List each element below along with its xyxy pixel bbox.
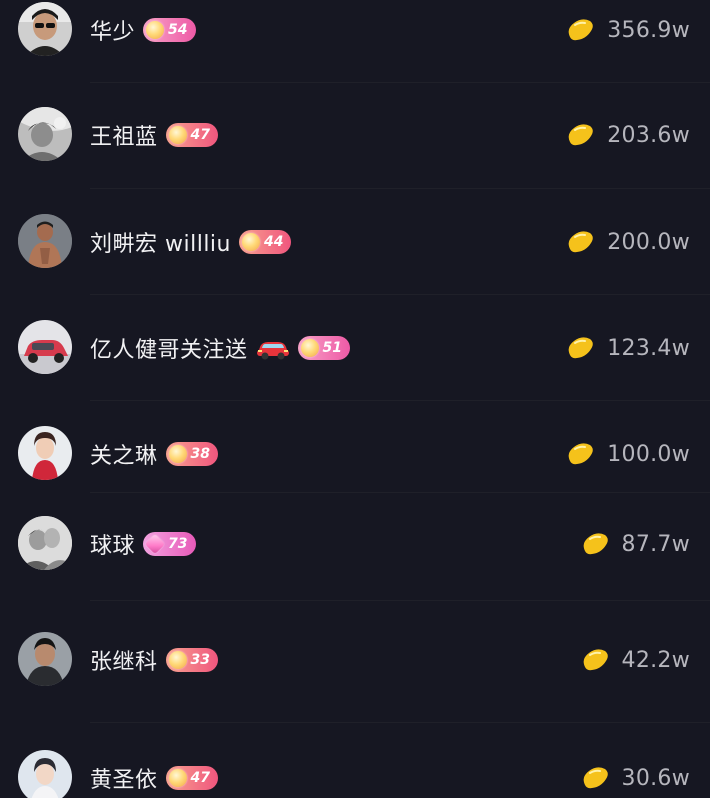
gold-bean-icon xyxy=(568,231,593,253)
gift-amount: 123.4w xyxy=(607,335,690,361)
avatar[interactable] xyxy=(18,632,72,686)
gold-bean-icon xyxy=(568,124,593,146)
list-item[interactable]: 刘畊宏 willliu 44 200.0w xyxy=(0,212,710,272)
level-badge: 38 xyxy=(165,442,218,466)
avatar[interactable] xyxy=(18,320,72,374)
level-value: 33 xyxy=(190,652,210,668)
gold-bean-icon xyxy=(568,19,593,41)
level-coin-icon xyxy=(168,651,187,669)
user-name: 华少 xyxy=(90,20,136,45)
gold-bean-icon xyxy=(583,533,608,555)
level-badge: 47 xyxy=(165,123,218,147)
gift-amount: 30.6w xyxy=(621,765,690,791)
car-icon xyxy=(256,342,289,360)
level-value: 47 xyxy=(190,127,210,143)
gift-amount: 87.7w xyxy=(621,531,690,557)
level-value: 54 xyxy=(168,22,188,38)
list-item[interactable]: 王祖蓝 47 203.6w xyxy=(0,105,710,165)
divider xyxy=(90,188,710,189)
level-coin-icon xyxy=(168,769,187,787)
level-coin-icon xyxy=(146,21,165,39)
list-item[interactable]: 华少 54 356.9w xyxy=(0,0,710,60)
gift-amount: 203.6w xyxy=(607,122,690,148)
level-badge: 47 xyxy=(165,766,218,790)
level-coin-icon xyxy=(168,445,187,463)
user-name: 黄圣依 xyxy=(90,768,158,793)
gift-amount: 356.9w xyxy=(607,17,690,43)
divider xyxy=(90,400,710,401)
gold-bean-icon xyxy=(568,443,593,465)
gold-bean-icon xyxy=(583,767,608,789)
list-item[interactable]: 球球 73 87.7w xyxy=(0,514,710,574)
list-item[interactable]: 关之琳 38 100.0w xyxy=(0,424,710,484)
level-value: 73 xyxy=(168,536,188,552)
level-coin-icon xyxy=(300,339,319,357)
level-badge: 54 xyxy=(143,18,196,42)
gift-amount: 42.2w xyxy=(621,647,690,673)
list-item[interactable]: 亿人健哥关注送 51 123.4w xyxy=(0,318,710,378)
divider xyxy=(90,82,710,83)
list-item[interactable]: 黄圣依 47 30.6w xyxy=(0,748,710,798)
level-value: 51 xyxy=(322,340,342,356)
level-badge: 33 xyxy=(165,648,218,672)
level-badge: 51 xyxy=(297,336,350,360)
gift-amount: 200.0w xyxy=(607,229,690,255)
gift-ranking-list: 华少 54 356.9w 王祖蓝 47 203.6w 刘畊宏 willliu 4… xyxy=(0,0,710,798)
divider xyxy=(90,294,710,295)
divider xyxy=(90,722,710,723)
level-coin-icon xyxy=(242,233,260,251)
level-value: 47 xyxy=(190,770,210,786)
avatar[interactable] xyxy=(18,750,72,798)
user-name: 张继科 xyxy=(90,650,158,675)
level-badge: 44 xyxy=(239,230,292,254)
gold-bean-icon xyxy=(583,649,608,671)
divider xyxy=(90,600,710,601)
user-name: 刘畊宏 willliu xyxy=(90,232,231,257)
user-name: 亿人健哥关注送 xyxy=(90,338,248,363)
avatar[interactable] xyxy=(18,2,72,56)
divider xyxy=(90,492,710,493)
level-badge: 73 xyxy=(143,532,196,556)
gift-amount: 100.0w xyxy=(607,441,690,467)
gold-bean-icon xyxy=(568,337,593,359)
level-value: 44 xyxy=(264,234,284,250)
avatar[interactable] xyxy=(18,516,72,570)
level-value: 38 xyxy=(190,446,210,462)
level-coin-icon xyxy=(168,126,187,144)
list-item[interactable]: 张继科 33 42.2w xyxy=(0,630,710,690)
user-name: 球球 xyxy=(90,534,136,559)
avatar[interactable] xyxy=(18,107,72,161)
avatar[interactable] xyxy=(18,426,72,480)
user-name: 关之琳 xyxy=(90,444,158,469)
avatar[interactable] xyxy=(18,214,72,268)
level-gem-icon xyxy=(144,533,166,555)
user-name: 王祖蓝 xyxy=(90,125,158,150)
